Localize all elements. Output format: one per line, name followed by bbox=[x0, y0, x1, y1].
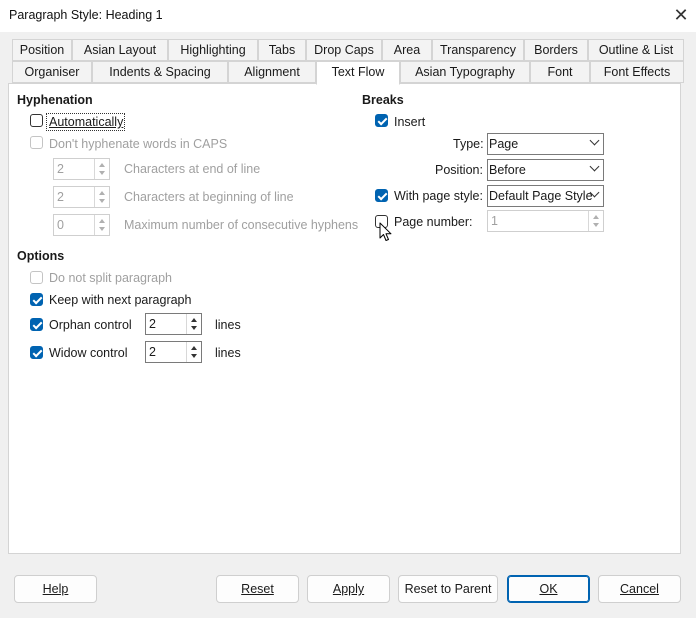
insert-break-label: Insert bbox=[394, 115, 426, 129]
keep-with-next-checkbox[interactable] bbox=[30, 293, 43, 306]
orphan-lines-value: 2 bbox=[149, 317, 156, 331]
position-label: Position: bbox=[435, 163, 483, 177]
page-style-select[interactable]: Default Page Style bbox=[487, 185, 604, 207]
ok-button[interactable]: OK bbox=[507, 575, 590, 603]
apply-button[interactable]: Apply bbox=[307, 575, 390, 603]
widow-control-label: Widow control bbox=[49, 346, 128, 360]
close-icon[interactable]: ✕ bbox=[672, 5, 690, 25]
options-heading: Options bbox=[17, 249, 65, 263]
chars-begin-spinbox[interactable]: 2 bbox=[53, 186, 110, 208]
chevron-down-icon bbox=[589, 135, 600, 146]
widow-control-checkbox[interactable] bbox=[30, 346, 43, 359]
tab-drop-caps[interactable]: Drop Caps bbox=[306, 39, 382, 61]
tab-font[interactable]: Font bbox=[530, 61, 590, 83]
max-hyphens-label: Maximum number of consecutive hyphens bbox=[124, 218, 359, 232]
chars-end-spinbox[interactable]: 2 bbox=[53, 158, 110, 180]
do-not-split-label: Do not split paragraph bbox=[49, 271, 172, 285]
chars-end-label: Characters at end of line bbox=[124, 162, 261, 176]
page-number-spinbox[interactable]: 1 bbox=[487, 210, 604, 232]
orphan-lines-spinbox[interactable]: 2 bbox=[145, 313, 202, 335]
orphan-lines-unit: lines bbox=[215, 318, 241, 332]
tab-asian-typography[interactable]: Asian Typography bbox=[400, 61, 530, 83]
tab-indents-and-spacing[interactable]: Indents & Spacing bbox=[92, 61, 228, 83]
orphan-control-checkbox[interactable] bbox=[30, 318, 43, 331]
max-hyphens-spinbox[interactable]: 0 bbox=[53, 214, 110, 236]
automatically-label: Automatically bbox=[49, 115, 124, 129]
increment-icon[interactable] bbox=[191, 318, 197, 322]
page-style-value: Default Page Style bbox=[489, 189, 593, 203]
page-number-value: 1 bbox=[491, 214, 498, 228]
cancel-button[interactable]: Cancel bbox=[598, 575, 681, 603]
tab-asian-layout[interactable]: Asian Layout bbox=[72, 39, 168, 61]
help-button[interactable]: Help bbox=[14, 575, 97, 603]
tab-font-effects[interactable]: Font Effects bbox=[590, 61, 684, 83]
decrement-icon[interactable] bbox=[99, 199, 105, 203]
dont-hyphenate-caps-checkbox[interactable] bbox=[30, 136, 43, 149]
tab-alignment[interactable]: Alignment bbox=[228, 61, 316, 83]
reset-to-parent-button[interactable]: Reset to Parent bbox=[398, 575, 498, 603]
widow-lines-spinbox[interactable]: 2 bbox=[145, 341, 202, 363]
chars-begin-value: 2 bbox=[57, 190, 64, 204]
type-label: Type: bbox=[453, 137, 484, 151]
increment-icon[interactable] bbox=[99, 191, 105, 195]
reset-button[interactable]: Reset bbox=[216, 575, 299, 603]
dont-hyphenate-caps-label: Don't hyphenate words in CAPS bbox=[49, 137, 228, 151]
mouse-cursor-icon bbox=[379, 222, 392, 241]
max-hyphens-value: 0 bbox=[57, 218, 64, 232]
tab-highlighting[interactable]: Highlighting bbox=[168, 39, 258, 61]
automatically-checkbox[interactable] bbox=[30, 114, 43, 127]
tab-position[interactable]: Position bbox=[12, 39, 72, 61]
decrement-icon[interactable] bbox=[191, 354, 197, 358]
breaks-heading: Breaks bbox=[362, 93, 404, 107]
window-title: Paragraph Style: Heading 1 bbox=[9, 8, 163, 22]
decrement-icon[interactable] bbox=[593, 223, 599, 227]
chevron-down-icon bbox=[589, 161, 600, 172]
page-number-label: Page number: bbox=[394, 215, 473, 229]
decrement-icon[interactable] bbox=[99, 227, 105, 231]
orphan-control-label: Orphan control bbox=[49, 318, 132, 332]
keep-with-next-label: Keep with next paragraph bbox=[49, 293, 192, 307]
decrement-icon[interactable] bbox=[191, 326, 197, 330]
type-value: Page bbox=[489, 137, 519, 151]
tab-organiser[interactable]: Organiser bbox=[12, 61, 92, 83]
widow-lines-value: 2 bbox=[149, 345, 156, 359]
increment-icon[interactable] bbox=[191, 346, 197, 350]
tab-area[interactable]: Area bbox=[382, 39, 432, 61]
chars-end-value: 2 bbox=[57, 162, 64, 176]
position-select[interactable]: Before bbox=[487, 159, 604, 181]
hyphenation-heading: Hyphenation bbox=[17, 93, 93, 107]
widow-lines-unit: lines bbox=[215, 346, 241, 360]
tab-outline-and-list[interactable]: Outline & List bbox=[588, 39, 684, 61]
decrement-icon[interactable] bbox=[99, 171, 105, 175]
chars-begin-label: Characters at beginning of line bbox=[124, 190, 294, 204]
increment-icon[interactable] bbox=[99, 163, 105, 167]
with-page-style-label: With page style: bbox=[394, 189, 483, 203]
position-value: Before bbox=[489, 163, 526, 177]
tab-text-flow[interactable]: Text Flow bbox=[316, 61, 400, 85]
increment-icon[interactable] bbox=[593, 215, 599, 219]
increment-icon[interactable] bbox=[99, 219, 105, 223]
do-not-split-checkbox[interactable] bbox=[30, 271, 43, 284]
tab-transparency[interactable]: Transparency bbox=[432, 39, 524, 61]
tab-tabs[interactable]: Tabs bbox=[258, 39, 306, 61]
tab-borders[interactable]: Borders bbox=[524, 39, 588, 61]
insert-break-checkbox[interactable] bbox=[375, 114, 388, 127]
type-select[interactable]: Page bbox=[487, 133, 604, 155]
with-page-style-checkbox[interactable] bbox=[375, 189, 388, 202]
